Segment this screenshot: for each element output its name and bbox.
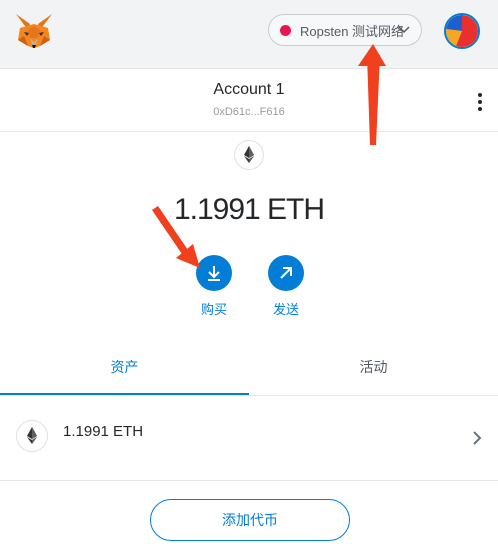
add-token-button[interactable]: 添加代币 — [150, 499, 350, 541]
buy-button[interactable]: 购买 — [184, 255, 244, 318]
chevron-down-icon — [398, 26, 410, 34]
tab-activity[interactable]: 活动 — [249, 343, 498, 395]
tab-assets[interactable]: 资产 — [0, 343, 249, 395]
account-header: Account 1 0xD61c...F616 — [0, 69, 498, 132]
chevron-right-icon — [473, 431, 482, 445]
kebab-menu-icon[interactable] — [472, 91, 488, 113]
top-bar: Ropsten 测试网络 — [0, 0, 498, 69]
send-label: 发送 — [272, 302, 299, 317]
network-status-dot — [280, 24, 291, 36]
network-label: Ropsten 测试网络 — [300, 23, 405, 39]
metamask-fox-icon[interactable] — [14, 12, 54, 50]
eth-icon — [16, 420, 48, 452]
asset-amount: 1.1991 ETH — [63, 423, 144, 440]
identicon-avatar[interactable] — [444, 13, 480, 49]
account-name[interactable]: Account 1 — [0, 81, 498, 99]
asset-tabs: 资产 活动 — [0, 343, 498, 396]
arrow-up-right-icon — [268, 255, 304, 291]
balance-amount: 1.1991 ETH — [173, 193, 325, 226]
account-address[interactable]: 0xD61c...F616 — [0, 106, 498, 118]
eth-icon — [234, 140, 264, 170]
buy-label: 购买 — [200, 302, 227, 317]
send-button[interactable]: 发送 — [256, 255, 316, 318]
asset-list-item[interactable]: 1.1991 ETH — [0, 396, 498, 481]
download-icon — [196, 255, 232, 291]
network-selector[interactable]: Ropsten 测试网络 — [268, 14, 422, 46]
